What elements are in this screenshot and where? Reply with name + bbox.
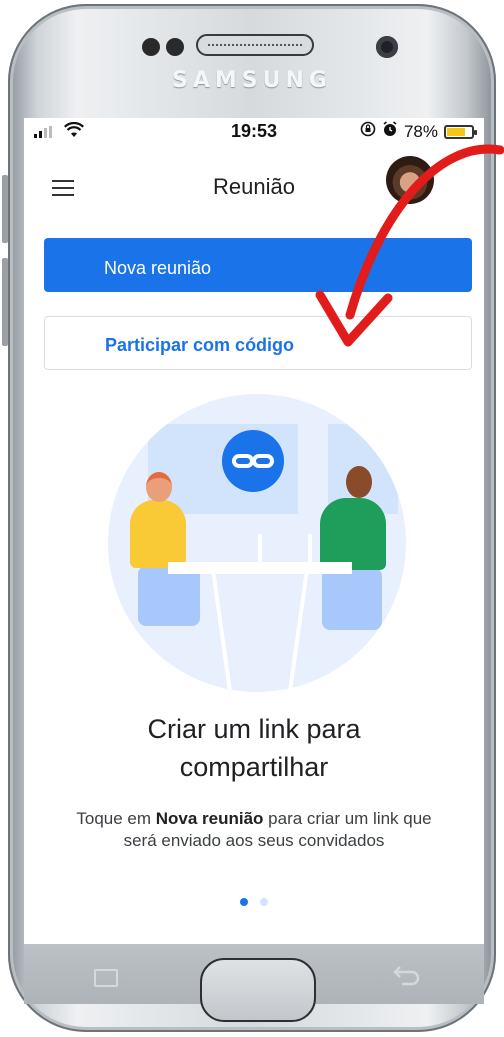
recent-apps-icon[interactable] (94, 969, 118, 987)
onboarding-illustration (108, 394, 406, 692)
annotation-arrow (315, 144, 504, 347)
page-indicator (240, 898, 268, 906)
page-dot-active (240, 898, 248, 906)
onboarding-description: Toque em Nova reunião para criar um link… (76, 809, 432, 850)
onboarding-heading: Criar um link para compartilhar (147, 714, 361, 782)
page-dot (260, 898, 268, 906)
link-icon (222, 430, 284, 492)
back-icon[interactable] (392, 966, 420, 992)
home-button[interactable] (200, 958, 316, 1022)
